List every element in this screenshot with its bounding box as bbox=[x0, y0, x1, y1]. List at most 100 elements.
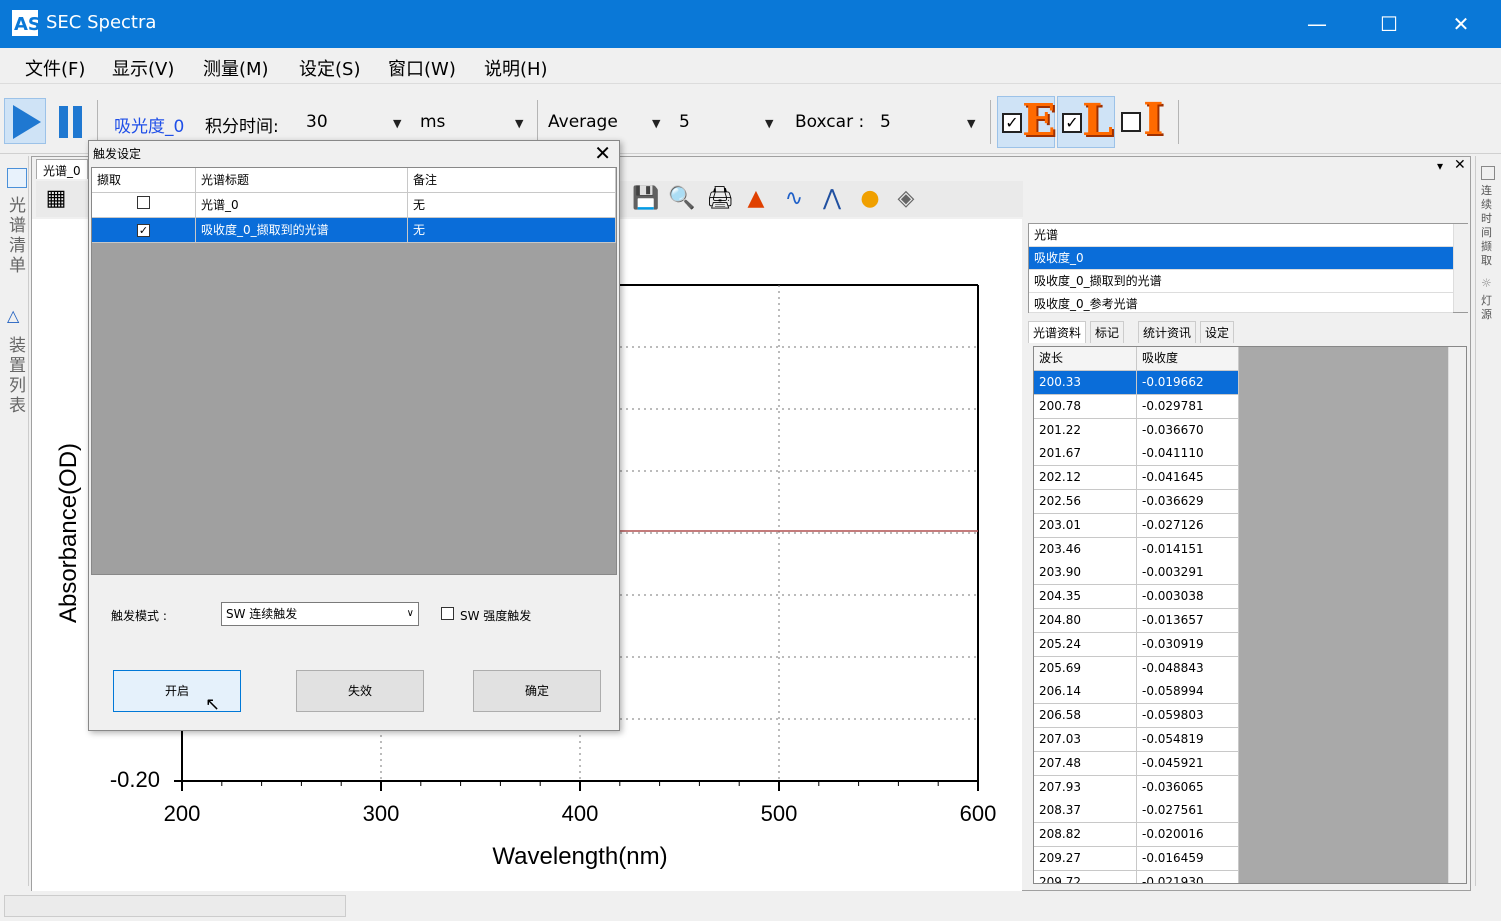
device-tree-icon[interactable]: △ bbox=[7, 306, 27, 326]
wavelength-cell[interactable]: 201.22 bbox=[1034, 418, 1137, 443]
dialog-row-0-title[interactable]: 光谱_0 bbox=[196, 193, 408, 218]
dialog-row-1-title[interactable]: 吸收度_0_撷取到的光谱 bbox=[196, 218, 408, 243]
wavelength-cell[interactable]: 200.78 bbox=[1034, 394, 1137, 419]
absorbance-cell[interactable]: -0.003291 bbox=[1137, 561, 1239, 586]
wavelength-cell[interactable]: 208.37 bbox=[1034, 799, 1137, 824]
wavelength-cell[interactable]: 209.27 bbox=[1034, 847, 1137, 871]
mode-label[interactable]: 吸光度_0 bbox=[114, 112, 184, 137]
absorbance-cell[interactable]: -0.019662 bbox=[1137, 371, 1239, 395]
dialog-col-capture[interactable]: 撷取 bbox=[92, 168, 196, 193]
absorbance-cell[interactable]: -0.036670 bbox=[1137, 418, 1239, 443]
close-button[interactable]: ✕ bbox=[1425, 0, 1497, 48]
globe-icon[interactable]: ◈ bbox=[892, 185, 920, 213]
maximize-button[interactable]: ☐ bbox=[1353, 0, 1425, 48]
spectra-list-scrollbar[interactable] bbox=[1453, 224, 1468, 312]
pause-button[interactable] bbox=[56, 102, 86, 142]
print-icon[interactable]: 🖨 bbox=[706, 185, 734, 213]
absorbance-cell[interactable]: -0.059803 bbox=[1137, 704, 1239, 729]
absorbance-cell[interactable]: -0.020016 bbox=[1137, 823, 1239, 848]
chevron-down-icon[interactable]: ▼ bbox=[967, 117, 975, 130]
wavelength-cell[interactable]: 203.01 bbox=[1034, 513, 1137, 538]
absorbance-cell[interactable]: -0.021930 bbox=[1137, 870, 1239, 883]
chevron-down-icon[interactable]: ▼ bbox=[393, 117, 401, 130]
intensity-trigger-label[interactable]: SW 强度触发 bbox=[460, 607, 531, 624]
peak-line-icon[interactable]: ⋀ bbox=[818, 185, 846, 213]
minimize-button[interactable]: — bbox=[1281, 0, 1353, 48]
wavelength-cell[interactable]: 202.56 bbox=[1034, 490, 1137, 514]
menu-help[interactable]: 说明(H) bbox=[484, 55, 548, 81]
absorbance-cell[interactable]: -0.003038 bbox=[1137, 585, 1239, 610]
wavelength-cell[interactable]: 203.90 bbox=[1034, 561, 1137, 586]
absorbance-cell[interactable]: -0.036629 bbox=[1137, 490, 1239, 514]
tab-statistics[interactable]: 统计资讯 bbox=[1138, 321, 1197, 343]
continuous-capture-tab[interactable]: 连续时间撷取 bbox=[1481, 184, 1495, 268]
device-list-tab[interactable]: 装置列表 bbox=[9, 336, 26, 416]
timer-icon[interactable] bbox=[1481, 166, 1495, 180]
integration-time-select[interactable]: 30 bbox=[306, 112, 328, 132]
absorbance-cell[interactable]: -0.030919 bbox=[1137, 632, 1239, 657]
spectra-list-icon[interactable] bbox=[7, 168, 27, 188]
column-header-absorbance[interactable]: 吸收度 bbox=[1137, 347, 1239, 371]
absorbance-cell[interactable]: -0.029781 bbox=[1137, 394, 1239, 419]
e-toggle[interactable]: ✓ E bbox=[997, 95, 1056, 148]
column-header-wavelength[interactable]: 波长 bbox=[1034, 347, 1137, 371]
marker-icon[interactable]: ● bbox=[856, 185, 884, 213]
wavelength-cell[interactable]: 204.80 bbox=[1034, 609, 1137, 633]
doc-close-icon[interactable]: ✕ bbox=[1454, 157, 1466, 173]
data-table-scrollbar[interactable] bbox=[1448, 347, 1466, 883]
absorbance-cell[interactable]: -0.041645 bbox=[1137, 466, 1239, 491]
chevron-down-icon[interactable]: ▼ bbox=[652, 117, 660, 130]
wavelength-cell[interactable]: 207.48 bbox=[1034, 751, 1137, 776]
enable-button[interactable]: 开启 bbox=[113, 670, 241, 712]
tab-spectrum-data[interactable]: 光谱资料 bbox=[1028, 321, 1087, 343]
boxcar-select[interactable]: 5 bbox=[880, 112, 891, 132]
i-checkbox[interactable] bbox=[1121, 112, 1141, 132]
menu-window[interactable]: 窗口(W) bbox=[388, 55, 456, 81]
spectra-list-tab[interactable]: 光谱清单 bbox=[9, 196, 26, 276]
absorbance-cell[interactable]: -0.027126 bbox=[1137, 513, 1239, 538]
spectra-item-0[interactable]: 吸收度_0 bbox=[1029, 247, 1453, 270]
disable-button[interactable]: 失效 bbox=[296, 670, 424, 712]
peak-search-icon[interactable]: ∿ bbox=[780, 185, 808, 213]
wavelength-cell[interactable]: 207.03 bbox=[1034, 728, 1137, 752]
absorbance-cell[interactable]: -0.027561 bbox=[1137, 799, 1239, 824]
dialog-row-1-checkbox[interactable]: ✓ bbox=[137, 224, 150, 237]
dialog-col-note[interactable]: 备注 bbox=[408, 168, 616, 193]
absorbance-cell[interactable]: -0.013657 bbox=[1137, 609, 1239, 633]
dialog-row-0-checkbox[interactable] bbox=[137, 196, 150, 209]
chevron-down-icon[interactable]: ▼ bbox=[515, 117, 523, 130]
menu-view[interactable]: 显示(V) bbox=[112, 55, 174, 81]
l-checkbox[interactable]: ✓ bbox=[1062, 113, 1082, 133]
unit-select[interactable]: ms bbox=[420, 112, 445, 132]
ok-button[interactable]: 确定 bbox=[473, 670, 601, 712]
trigger-mode-select[interactable]: SW 连续触发 ∨ bbox=[221, 602, 419, 626]
grid-icon[interactable]: ▦ bbox=[42, 185, 70, 213]
menu-file[interactable]: 文件(F) bbox=[25, 55, 85, 81]
tab-markers[interactable]: 标记 bbox=[1090, 321, 1125, 343]
menu-settings[interactable]: 设定(S) bbox=[299, 55, 360, 81]
wavelength-cell[interactable]: 206.58 bbox=[1034, 704, 1137, 729]
doc-tab[interactable]: 光谱_0 bbox=[36, 159, 88, 179]
play-button[interactable] bbox=[4, 98, 46, 144]
dialog-row-1-checkbox-cell[interactable]: ✓ bbox=[92, 218, 196, 243]
wavelength-cell[interactable]: 201.67 bbox=[1034, 442, 1137, 467]
intensity-trigger-checkbox[interactable] bbox=[441, 607, 454, 623]
dialog-col-title[interactable]: 光谱标题 bbox=[196, 168, 408, 193]
l-toggle[interactable]: ✓ L bbox=[1057, 95, 1115, 148]
print-preview-icon[interactable]: 🔍 bbox=[668, 185, 696, 213]
absorbance-cell[interactable]: -0.054819 bbox=[1137, 728, 1239, 752]
save-icon[interactable]: 💾 bbox=[632, 185, 660, 213]
e-checkbox[interactable]: ✓ bbox=[1002, 113, 1022, 133]
wavelength-cell[interactable]: 208.82 bbox=[1034, 823, 1137, 848]
wavelength-cell[interactable]: 205.69 bbox=[1034, 656, 1137, 681]
spectra-item-2[interactable]: 吸收度_0_参考光谱 bbox=[1029, 293, 1453, 313]
i-toggle[interactable]: I bbox=[1117, 94, 1171, 148]
wavelength-cell[interactable]: 204.35 bbox=[1034, 585, 1137, 610]
absorbance-cell[interactable]: -0.014151 bbox=[1137, 537, 1239, 562]
dialog-row-0-checkbox-cell[interactable] bbox=[92, 193, 196, 218]
absorbance-cell[interactable]: -0.045921 bbox=[1137, 751, 1239, 776]
dialog-row-0-note[interactable]: 无 bbox=[408, 193, 616, 218]
wavelength-cell[interactable]: 200.33 bbox=[1034, 371, 1137, 395]
absorbance-cell[interactable]: -0.058994 bbox=[1137, 680, 1239, 705]
chevron-down-icon[interactable]: ▼ bbox=[765, 117, 773, 130]
